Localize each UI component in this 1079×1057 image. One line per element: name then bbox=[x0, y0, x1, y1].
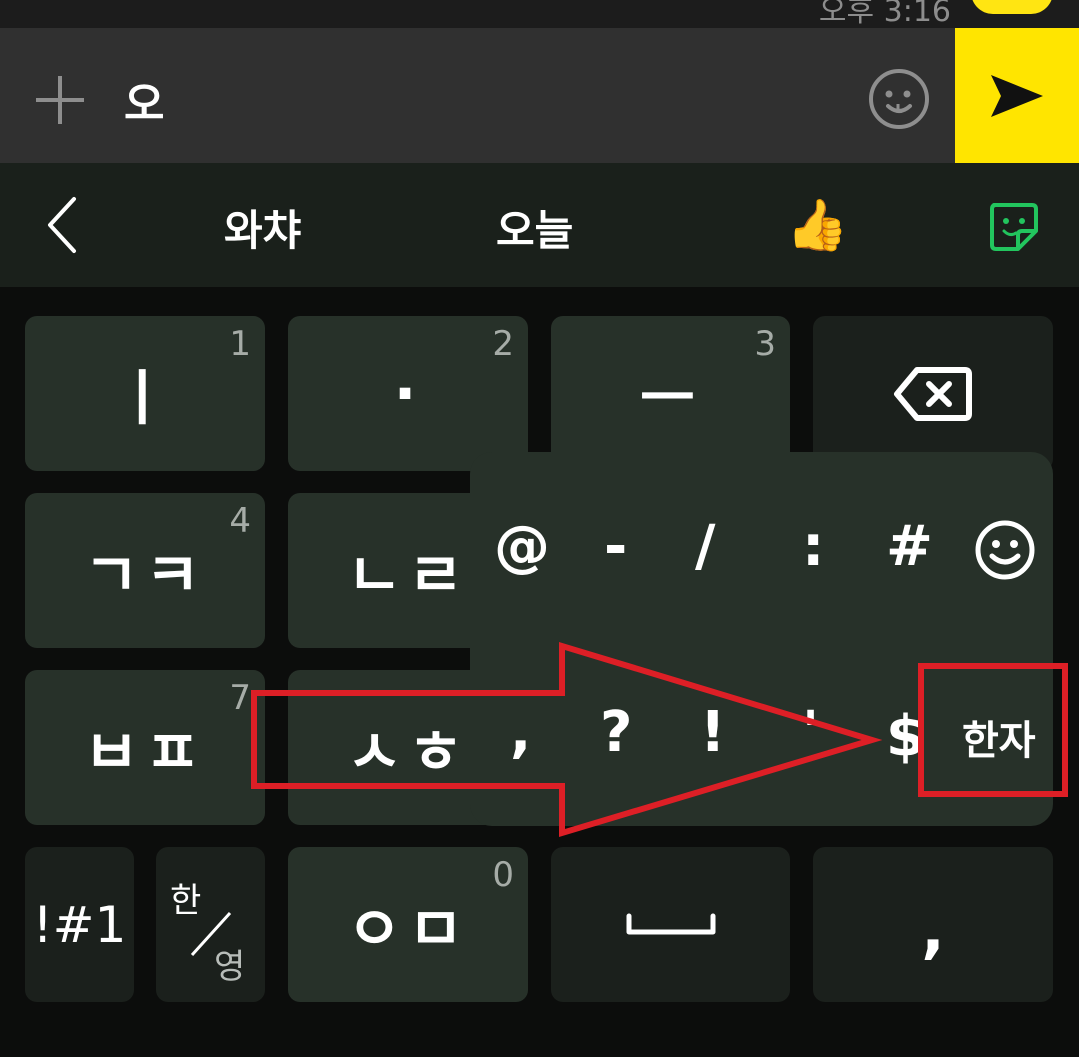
status-bar: 오후 3:16 bbox=[0, 0, 1079, 28]
sticker-icon[interactable] bbox=[986, 199, 1040, 253]
comma-key[interactable]: , bbox=[813, 847, 1053, 1002]
key-label: !#1 bbox=[32, 895, 127, 954]
emoji-icon[interactable] bbox=[866, 66, 932, 132]
suggestion-item[interactable]: 오늘 bbox=[496, 197, 573, 258]
plus-icon[interactable] bbox=[30, 70, 90, 130]
symbol-at[interactable]: @ bbox=[494, 514, 550, 579]
key-dot[interactable]: · 2 bbox=[288, 316, 528, 471]
symbol-exclamation[interactable]: ! bbox=[700, 700, 726, 765]
send-icon bbox=[991, 74, 1043, 117]
status-time: 오후 3:16 bbox=[818, 0, 951, 28]
symbol-colon[interactable]: : bbox=[802, 514, 824, 579]
key-i[interactable]: ㅣ 1 bbox=[25, 316, 265, 471]
key-label: · bbox=[393, 358, 423, 429]
key-number: 2 bbox=[492, 324, 514, 364]
lang-english: 영 bbox=[214, 947, 246, 987]
key-number: 0 bbox=[492, 855, 514, 895]
status-pill bbox=[971, 0, 1053, 14]
smiley-icon[interactable] bbox=[973, 518, 1037, 582]
symbols-key[interactable]: !#1 bbox=[25, 847, 134, 1002]
suggestion-bar: 와챠 오늘 👍 bbox=[0, 163, 1079, 287]
key-number: 1 bbox=[229, 324, 251, 364]
key-number: 7 bbox=[229, 678, 251, 718]
key-label: ㅡ bbox=[639, 364, 702, 434]
space-key[interactable] bbox=[551, 847, 790, 1002]
key-bp[interactable]: ㅂㅍ 7 bbox=[25, 670, 265, 825]
symbol-hash[interactable]: # bbox=[886, 514, 933, 579]
key-label: , bbox=[921, 893, 945, 966]
key-number: 3 bbox=[754, 324, 776, 364]
symbol-apostrophe[interactable]: ' bbox=[802, 700, 819, 765]
key-label: ㅣ bbox=[114, 364, 176, 434]
key-gk[interactable]: ㄱㅋ 4 bbox=[25, 493, 265, 648]
suggestion-item[interactable]: 와챠 bbox=[224, 197, 301, 258]
symbol-slash[interactable]: / bbox=[695, 514, 715, 579]
key-label: ㄱㅋ bbox=[83, 541, 207, 611]
key-label: ㅅㅎ bbox=[346, 718, 470, 788]
thumbs-up-icon[interactable]: 👍 bbox=[786, 195, 848, 255]
key-number: 4 bbox=[229, 501, 251, 541]
language-toggle-key[interactable]: 한 영 bbox=[156, 847, 265, 1002]
backspace-icon bbox=[894, 366, 972, 421]
message-input-bar: 오 bbox=[0, 28, 1079, 163]
key-eu[interactable]: ㅡ 3 bbox=[551, 316, 790, 471]
key-om[interactable]: ㅇㅁ 0 bbox=[288, 847, 528, 1002]
space-icon bbox=[626, 913, 715, 934]
symbol-question[interactable]: ? bbox=[600, 700, 632, 765]
key-label: ㅇㅁ bbox=[346, 895, 470, 965]
highlight-box bbox=[918, 663, 1068, 797]
key-label: ㅂㅍ bbox=[83, 718, 207, 788]
key-label: ㄴㄹ bbox=[346, 541, 470, 611]
message-input[interactable]: 오 bbox=[124, 68, 164, 132]
symbol-comma[interactable]: , bbox=[510, 700, 531, 765]
symbol-dash[interactable]: - bbox=[604, 514, 627, 579]
backspace-key[interactable] bbox=[813, 316, 1053, 471]
send-button[interactable] bbox=[955, 28, 1079, 163]
chevron-left-icon[interactable] bbox=[40, 195, 84, 255]
